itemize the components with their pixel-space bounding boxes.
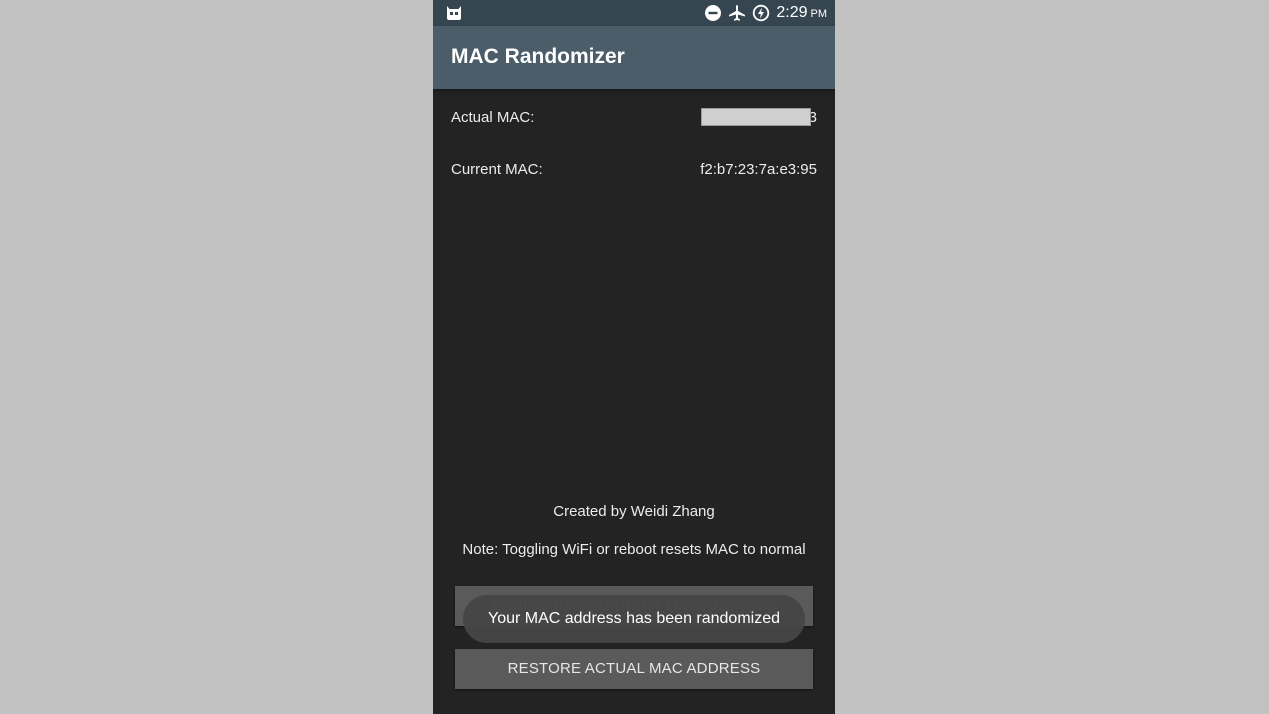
current-mac-label: Current MAC: (451, 161, 543, 178)
status-bar: 2:29 PM (433, 0, 835, 26)
airplane-mode-icon (729, 5, 746, 21)
redaction-box (701, 108, 811, 126)
cyanogen-robot-icon (447, 6, 461, 20)
status-time-value: 2:29 (776, 3, 808, 21)
do-not-disturb-icon (705, 5, 722, 21)
restore-mac-button[interactable]: RESTORE ACTUAL MAC ADDRESS (455, 649, 813, 689)
phone-screen: 2:29PM MAC Randomizer Actual MAC: 3 3 Cu… (433, 0, 835, 714)
status-time: 2:29 PM (776, 0, 827, 27)
credit-text: Created by Weidi Zhang (553, 503, 715, 520)
app-bar: MAC Randomizer (433, 26, 835, 89)
status-icons: 2:29 PM (704, 0, 827, 26)
note-text: Note: Toggling WiFi or reboot resets MAC… (462, 541, 806, 558)
actual-mac-label: Actual MAC: (451, 109, 535, 126)
battery-charging-icon (753, 4, 770, 22)
status-time-ampm: PM (810, 7, 828, 20)
app-title: MAC Randomizer (451, 45, 625, 68)
toast-message: Your MAC address has been randomized (463, 595, 805, 643)
current-mac-value: f2:b7:23:7a:e3:95 (700, 161, 817, 178)
current-mac-row: Current MAC: f2:b7:23:7a:e3:95 (451, 161, 817, 185)
